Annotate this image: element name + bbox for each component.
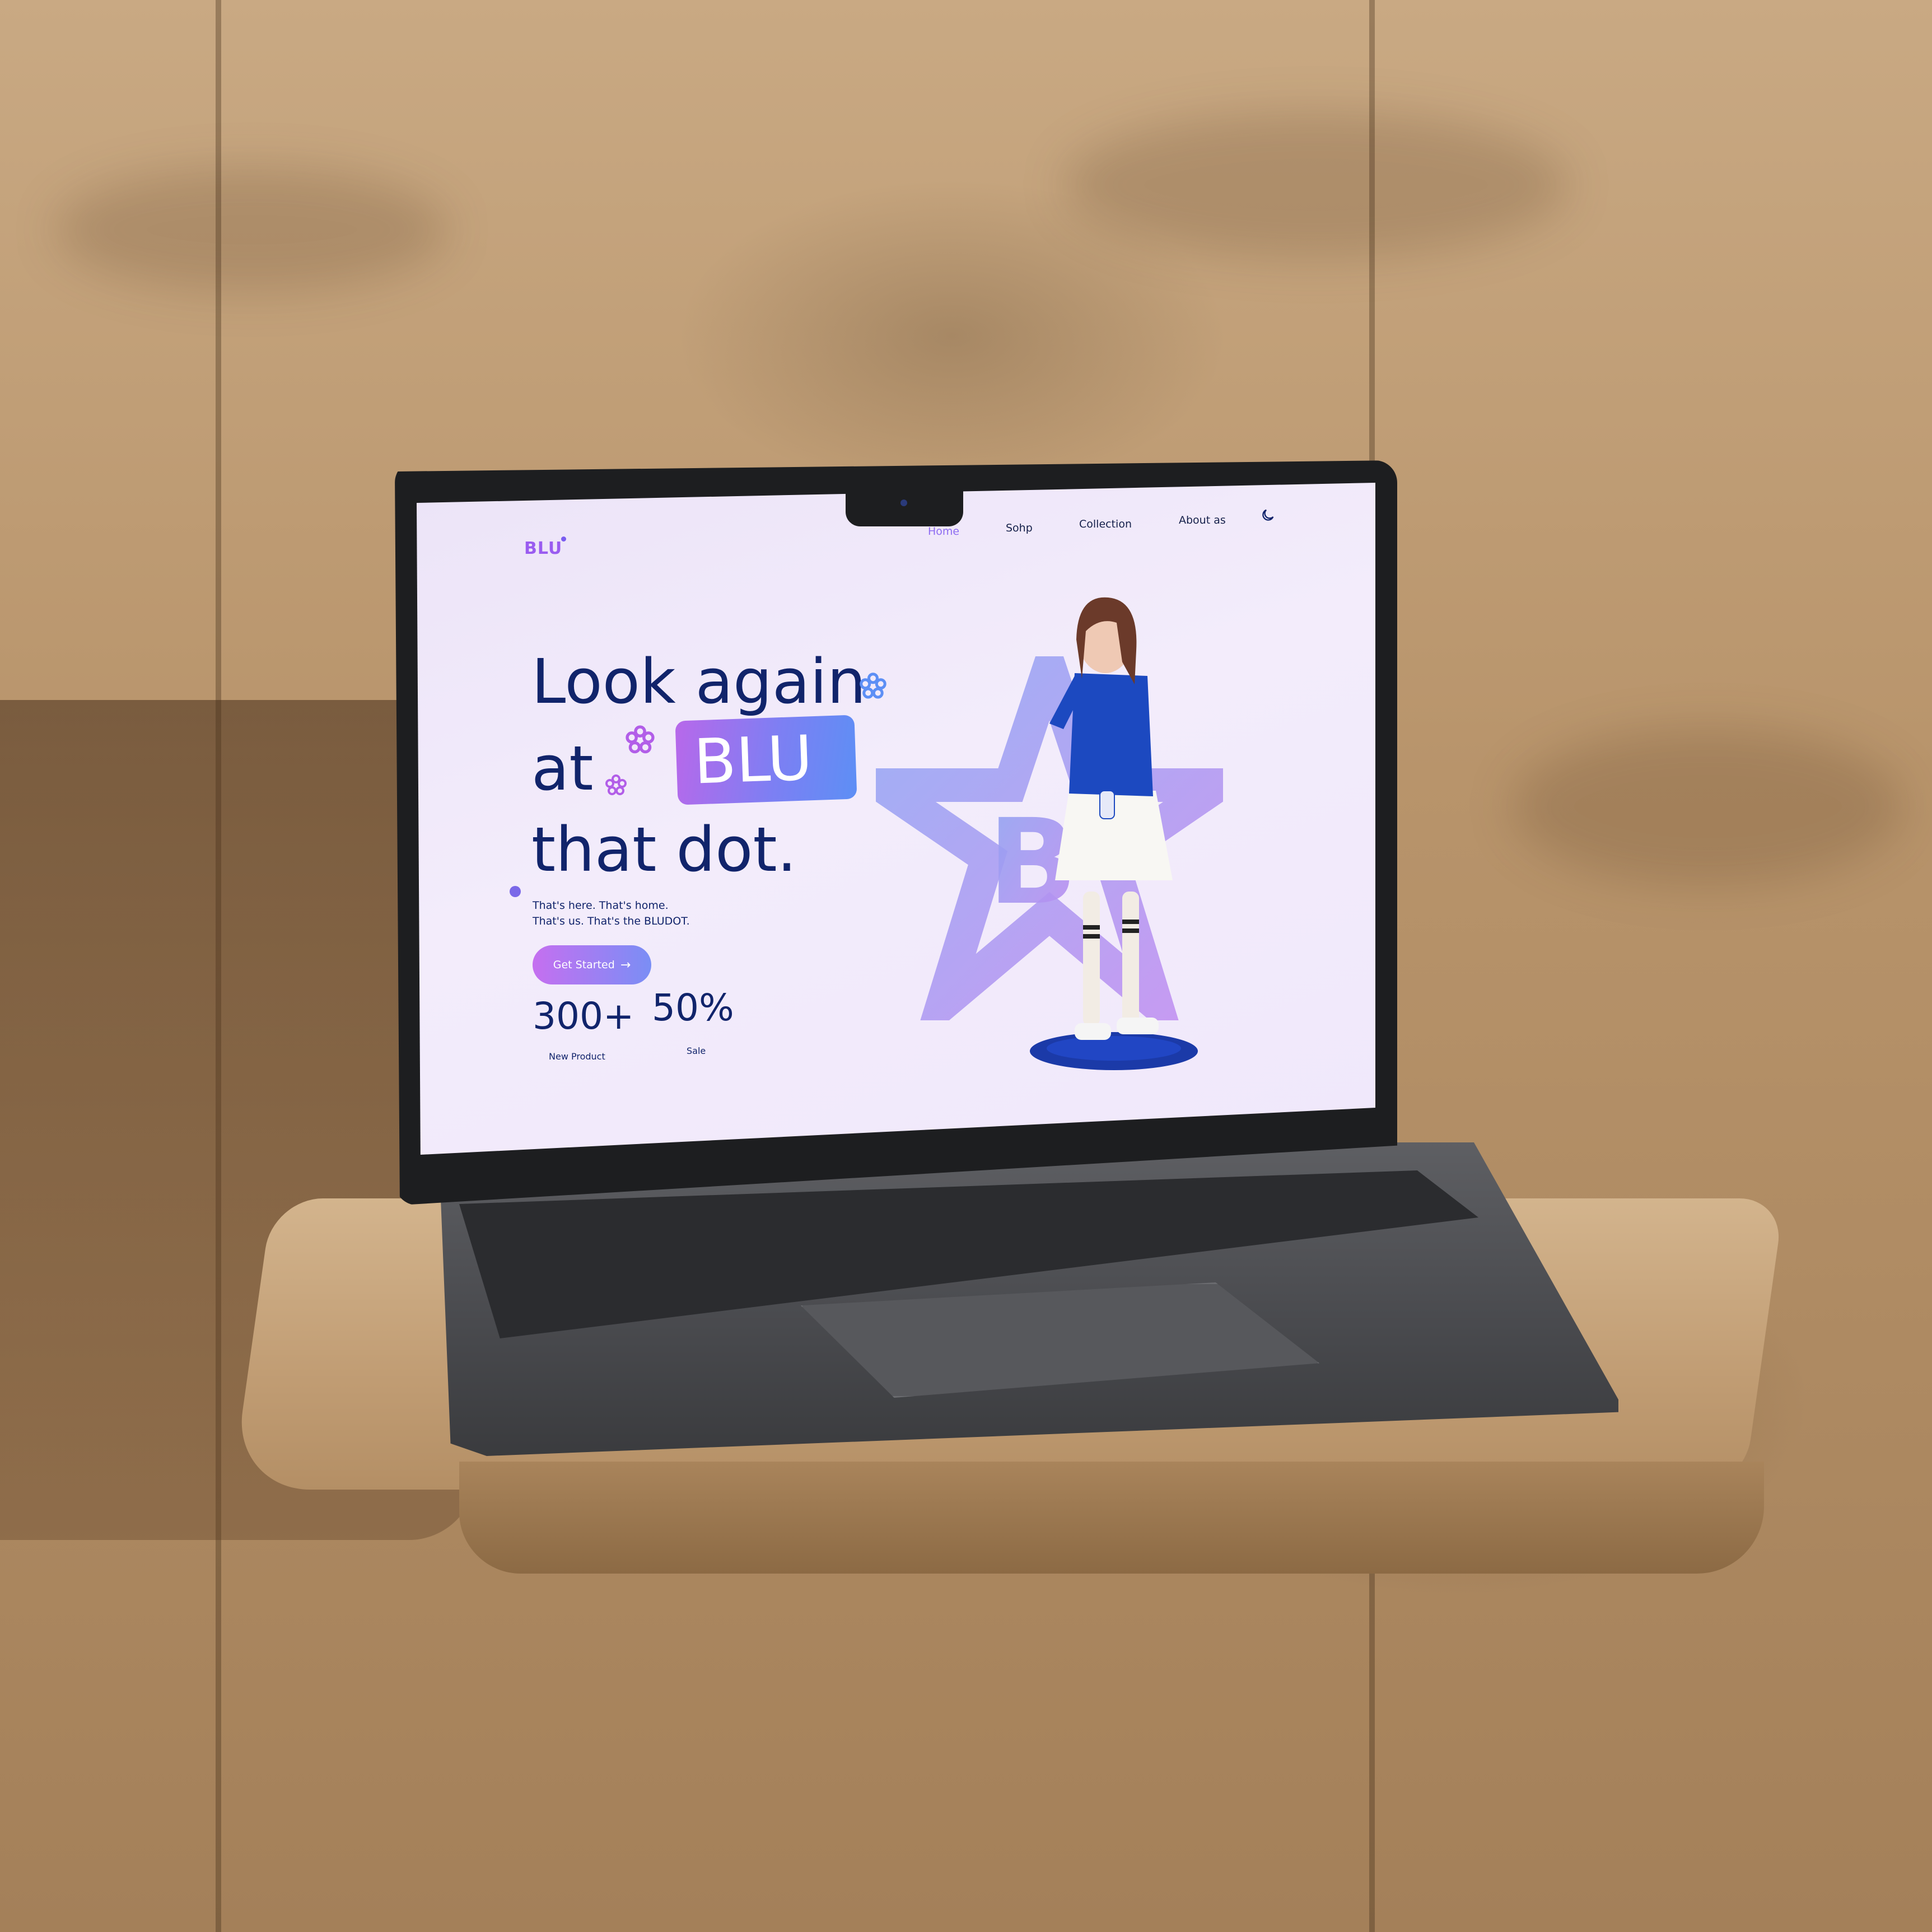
model-photo [1030, 597, 1198, 1070]
hero-headline-line2: at [531, 732, 594, 804]
hero-highlight: BLU [692, 722, 814, 798]
nav-about[interactable]: About as [1179, 514, 1226, 526]
hero-tagline-1: That's here. That's home. [533, 899, 669, 912]
nav-shop[interactable]: Sohp [1006, 522, 1033, 534]
brand-logo[interactable]: BLU [524, 539, 562, 558]
photo-scene: BLU Home Sohp Collection About as Look a… [0, 0, 1932, 1932]
hero-headline-line1: Look again [531, 646, 866, 717]
stat-label: Sale [687, 1046, 706, 1056]
flower-icon [626, 725, 655, 754]
hero-tagline-2: That's us. That's the BLUDOT. [533, 915, 690, 927]
get-started-label: Get Started [553, 959, 615, 971]
nav-collection[interactable]: Collection [1079, 518, 1132, 530]
stat-label: New Product [549, 1051, 605, 1062]
hero-headline-line3: that dot. [531, 814, 797, 885]
moon-icon[interactable] [1260, 507, 1276, 523]
arrow-right-icon: → [620, 958, 631, 972]
leaf-shadow [1512, 728, 1904, 885]
dot-icon [510, 886, 521, 897]
leaf-shadow [56, 168, 448, 291]
camera-icon [900, 500, 907, 506]
stat-value: 50% [652, 986, 734, 1029]
leaf-shadow [1064, 112, 1568, 258]
logo-dot-icon [561, 536, 566, 542]
get-started-button[interactable]: Get Started → [533, 945, 651, 984]
shelf-edge [459, 1462, 1764, 1574]
flower-icon [605, 774, 627, 795]
laptop-screen: BLU Home Sohp Collection About as Look a… [417, 483, 1375, 1155]
nav-home[interactable]: Home [928, 525, 959, 538]
stat-value: 300+ [533, 995, 634, 1038]
